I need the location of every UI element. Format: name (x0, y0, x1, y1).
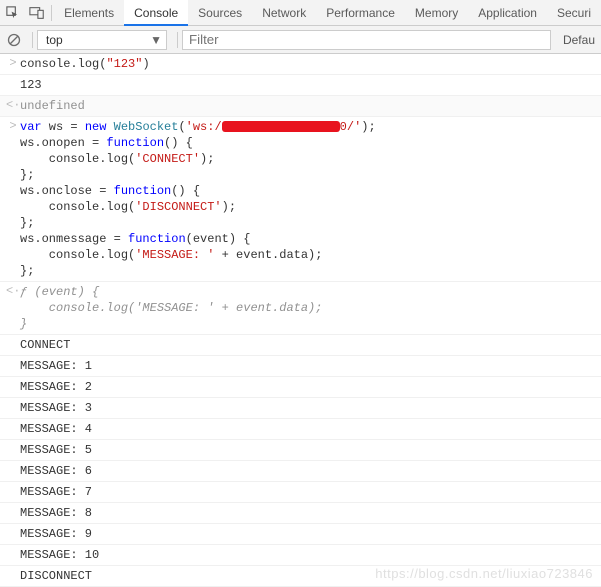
log-text: MESSAGE: 2 (20, 379, 601, 395)
console-log-row: MESSAGE: 1 (0, 356, 601, 377)
log-text: MESSAGE: 4 (20, 421, 601, 437)
log-text: DISCONNECT (20, 568, 601, 584)
console-log-row: MESSAGE: 8 (0, 503, 601, 524)
console-log-row: DISCONNECT (0, 566, 601, 587)
separator (177, 32, 178, 48)
tab-memory[interactable]: Memory (405, 0, 468, 26)
result-chevron-icon: <· (6, 98, 20, 112)
console-result-row: <· undefined (0, 96, 601, 117)
context-selector[interactable]: top ▼ (37, 30, 167, 50)
console-input-row[interactable]: > console.log("123") (0, 54, 601, 75)
console-log-row: MESSAGE: 6 (0, 461, 601, 482)
code-block: var ws = new WebSocket('ws:/0/'); ws.ono… (20, 119, 601, 279)
tab-elements[interactable]: Elements (54, 0, 124, 26)
redacted-url (222, 121, 340, 132)
log-text: MESSAGE: 1 (20, 358, 601, 374)
console-output: > console.log("123") 123 <· undefined > … (0, 54, 601, 587)
console-log-row: CONNECT (0, 335, 601, 356)
log-text: MESSAGE: 7 (20, 484, 601, 500)
log-text: MESSAGE: 8 (20, 505, 601, 521)
tab-security[interactable]: Securi (547, 0, 601, 26)
log-text: MESSAGE: 3 (20, 400, 601, 416)
input-chevron-icon: > (6, 119, 20, 133)
chevron-down-icon: ▼ (150, 33, 162, 47)
fn-echo: ƒ (event) { console.log('MESSAGE: ' + ev… (20, 284, 601, 332)
tab-performance[interactable]: Performance (316, 0, 405, 26)
console-log-row: MESSAGE: 9 (0, 524, 601, 545)
separator (51, 5, 52, 21)
console-log-row: MESSAGE: 10 (0, 545, 601, 566)
tab-console[interactable]: Console (124, 0, 188, 26)
tab-network[interactable]: Network (252, 0, 316, 26)
console-log-row: MESSAGE: 7 (0, 482, 601, 503)
console-log-row: MESSAGE: 2 (0, 377, 601, 398)
log-levels-selector[interactable]: Defau (557, 26, 601, 54)
tab-sources[interactable]: Sources (188, 0, 252, 26)
device-toggle-icon[interactable] (25, 0, 50, 26)
console-result-row: <· ƒ (event) { console.log('MESSAGE: ' +… (0, 282, 601, 335)
log-text: 123 (20, 77, 601, 93)
context-value: top (46, 33, 63, 47)
log-text: MESSAGE: 5 (20, 442, 601, 458)
console-log-row: MESSAGE: 5 (0, 440, 601, 461)
console-filter-bar: top ▼ Defau (0, 26, 601, 54)
result-chevron-icon: <· (6, 284, 20, 298)
log-text: MESSAGE: 10 (20, 547, 601, 563)
log-text: MESSAGE: 6 (20, 463, 601, 479)
code: console.log("123") (20, 56, 601, 72)
console-input-row[interactable]: > var ws = new WebSocket('ws:/0/'); ws.o… (0, 117, 601, 282)
clear-console-icon[interactable] (0, 26, 28, 54)
tab-application[interactable]: Application (468, 0, 547, 26)
log-text: CONNECT (20, 337, 601, 353)
separator (32, 32, 33, 48)
input-chevron-icon: > (6, 56, 20, 70)
filter-input[interactable] (182, 30, 551, 50)
log-text: MESSAGE: 9 (20, 526, 601, 542)
undefined-result: undefined (20, 98, 601, 114)
devtools-tabs-bar: Elements Console Sources Network Perform… (0, 0, 601, 26)
inspect-icon[interactable] (0, 0, 25, 26)
console-log-row: 123 (0, 75, 601, 96)
console-log-row: MESSAGE: 4 (0, 419, 601, 440)
console-log-row: MESSAGE: 3 (0, 398, 601, 419)
